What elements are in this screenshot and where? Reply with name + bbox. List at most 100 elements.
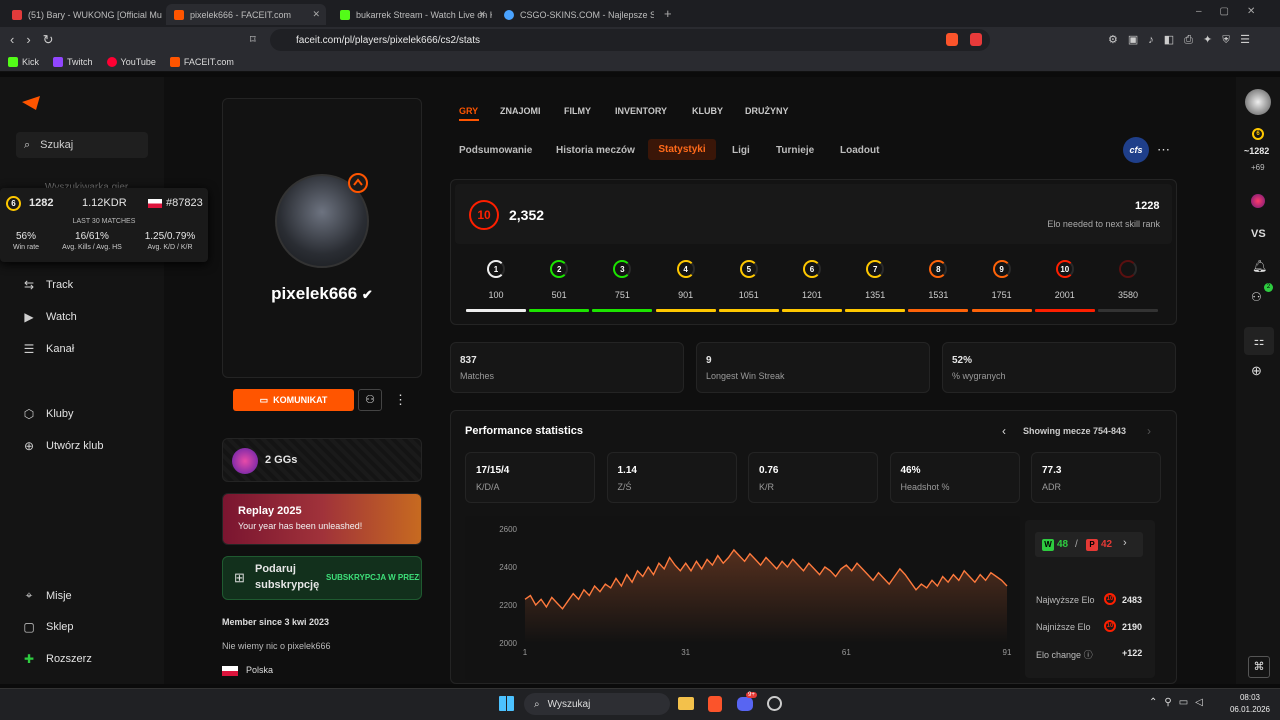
prev-page-icon[interactable]: ‹ xyxy=(1002,424,1006,438)
subtab-loadout[interactable]: Loadout xyxy=(840,145,879,156)
chevron-right-icon[interactable]: › xyxy=(1123,537,1127,549)
faceit-logo[interactable] xyxy=(22,96,40,110)
popup-stat-label: Avg. K/D / K/R xyxy=(147,244,193,251)
tray-icons[interactable]: ⌃⚲▭◁ xyxy=(1149,697,1210,708)
tab-gry[interactable]: GRY xyxy=(459,106,478,116)
rightbar-elo: ~1282 xyxy=(1244,146,1270,156)
nav-buttons[interactable]: ‹›↻ xyxy=(10,32,66,48)
game-selector[interactable]: cfs xyxy=(1123,137,1149,163)
search-input[interactable]: ⌕ Szukaj xyxy=(16,132,148,158)
bookmark-kick[interactable]: Kick xyxy=(8,57,39,67)
level-bar xyxy=(845,309,906,312)
vs-button[interactable]: VS xyxy=(1251,228,1266,240)
tab-druzyny[interactable]: DRUŻYNY xyxy=(745,106,789,116)
windows-start-icon[interactable] xyxy=(499,696,514,711)
file-explorer-icon[interactable] xyxy=(678,697,694,710)
brave-rewards-icon[interactable] xyxy=(970,33,982,46)
friends-badge: 2 xyxy=(1264,283,1273,292)
matches-value: 837 xyxy=(460,355,477,366)
level-threshold: 901 xyxy=(678,290,694,300)
sidebar-item-track[interactable]: ⇆ Track xyxy=(22,278,73,292)
bookmark-youtube[interactable]: YouTube xyxy=(106,57,156,67)
discord-icon[interactable] xyxy=(737,697,753,711)
browser-tab[interactable]: bukarrek Stream - Watch Live on Kick ✕ xyxy=(332,4,492,25)
verified-icon: ✔ xyxy=(361,287,373,302)
level-icon: 6 xyxy=(1252,128,1264,140)
elo-needed-label: Elo needed to next skill rank xyxy=(1047,219,1160,229)
chat-window-icon[interactable]: ⌘ xyxy=(1248,656,1270,678)
browser-tab-active[interactable]: pixelek666 - FACEIT.com ✕ xyxy=(166,4,326,25)
performance-stat-label: Headshot % xyxy=(900,482,950,492)
popup-stat-label: Avg. Kills / Avg. HS xyxy=(62,244,122,251)
brave-icon[interactable] xyxy=(708,696,722,712)
sidebar-item-shop[interactable]: ▢ Sklep xyxy=(22,620,73,634)
steam-icon[interactable] xyxy=(767,696,782,711)
add-icon[interactable]: ⊕ xyxy=(1251,363,1262,379)
sidebar-item-kanal[interactable]: ☰ Kanał xyxy=(22,342,75,356)
brave-shield-icon[interactable] xyxy=(946,33,958,46)
sidebar-item-expand[interactable]: ✚ Rozszerz xyxy=(22,652,92,666)
window-controls[interactable]: –▢✕ xyxy=(1196,6,1273,17)
taskbar-search[interactable]: ⌕ Wyszukaj xyxy=(524,693,670,715)
gift-icon: ⊞ xyxy=(234,570,245,585)
stat-card xyxy=(696,342,930,393)
member-since: Member since 3 kwi 2023 xyxy=(222,617,330,627)
elo-change-value: +122 xyxy=(1122,648,1143,658)
subtab-match-history[interactable]: Historia meczów xyxy=(556,145,635,156)
sidebar-item-missions[interactable]: ⌖ Misje xyxy=(22,588,72,603)
bookmark-twitch[interactable]: Twitch xyxy=(53,57,93,67)
premium-badge-icon xyxy=(348,173,368,193)
matches-label: Matches xyxy=(460,371,495,381)
tab-inventory[interactable]: INVENTORY xyxy=(615,106,667,116)
new-tab-button[interactable]: + xyxy=(664,6,672,21)
expand-icon: ✚ xyxy=(23,652,35,666)
subtab-statistics[interactable]: Statystyki xyxy=(648,139,716,160)
toolbar-icons[interactable]: ⚙▣♪◧⎙✦⛨☰ xyxy=(1108,33,1260,47)
current-level-badge: 10 xyxy=(469,200,499,230)
tab-filmy[interactable]: FILMY xyxy=(564,106,591,116)
party-icon[interactable]: ⚏ xyxy=(1244,327,1274,355)
tab-znajomi[interactable]: ZNAJOMI xyxy=(500,106,541,116)
level-bar xyxy=(971,309,1032,312)
level-badge: 6 xyxy=(6,196,21,211)
replay-banner[interactable] xyxy=(222,493,422,545)
performance-stat-value: 0.76 xyxy=(759,465,779,476)
bookmark-icon[interactable]: ⌑ xyxy=(250,33,256,46)
performance-stat-card xyxy=(889,452,1020,503)
tab-kluby[interactable]: KLUBY xyxy=(692,106,723,116)
loss-icon: P xyxy=(1086,539,1098,551)
next-page-icon[interactable]: › xyxy=(1147,424,1151,438)
url-field[interactable]: faceit.com/pl/players/pixelek666/cs2/sta… xyxy=(270,29,990,51)
event-icon[interactable] xyxy=(1251,194,1265,208)
x-tick-label: 1 xyxy=(523,648,528,657)
subtab-leagues[interactable]: Ligi xyxy=(732,145,750,156)
player-stats-popup: 6 1282 1.12KDR #87823 LAST 30 MATCHES 56… xyxy=(0,188,208,262)
add-friend-button[interactable]: ⚇ xyxy=(358,389,382,411)
sidebar-item-kluby[interactable]: ⬡ Kluby xyxy=(22,407,74,421)
subtab-summary[interactable]: Podsumowanie xyxy=(459,145,532,156)
sidebar-item-watch[interactable]: ▶ Watch xyxy=(22,310,76,324)
close-icon[interactable]: ✕ xyxy=(478,9,486,20)
elo-area-fill xyxy=(525,549,1007,643)
message-button[interactable]: ▭ KOMUNIKAT xyxy=(233,389,354,411)
subtab-tournaments[interactable]: Turnieje xyxy=(776,145,814,156)
plus-icon: ⊕ xyxy=(23,439,35,453)
user-avatar[interactable] xyxy=(1245,89,1271,115)
level-threshold: 3580 xyxy=(1117,290,1139,300)
close-icon[interactable]: ✕ xyxy=(312,9,320,20)
performance-stat-value: 17/15/4 xyxy=(476,465,510,476)
level-1-badge: 1 xyxy=(487,260,505,278)
y-tick-label: 2200 xyxy=(499,601,517,610)
bell-icon[interactable]: 🔔︎ xyxy=(1252,259,1267,273)
gift-cta[interactable]: SUBSKRYPCJA W PREZENCIE xyxy=(326,573,420,582)
performance-stat-label: K/D/A xyxy=(476,482,500,492)
bookmark-faceit[interactable]: FACEIT.com xyxy=(169,57,234,67)
info-icon[interactable]: ⓘ xyxy=(1084,650,1093,660)
gift-title-line1: Podaruj xyxy=(255,563,296,575)
browser-tab[interactable]: (51) Bary - WUKONG [Official Mu xyxy=(4,4,162,25)
friends-icon[interactable]: ⚇ xyxy=(1251,290,1262,304)
browser-tab[interactable]: CSGO-SKINS.COM - Najlepsze Skrzyn xyxy=(496,4,654,25)
more-options-button[interactable]: ⋮ xyxy=(394,392,407,408)
sidebar-item-create-club[interactable]: ⊕ Utwórz klub xyxy=(22,439,104,453)
more-icon[interactable]: ⋯ xyxy=(1157,142,1170,158)
